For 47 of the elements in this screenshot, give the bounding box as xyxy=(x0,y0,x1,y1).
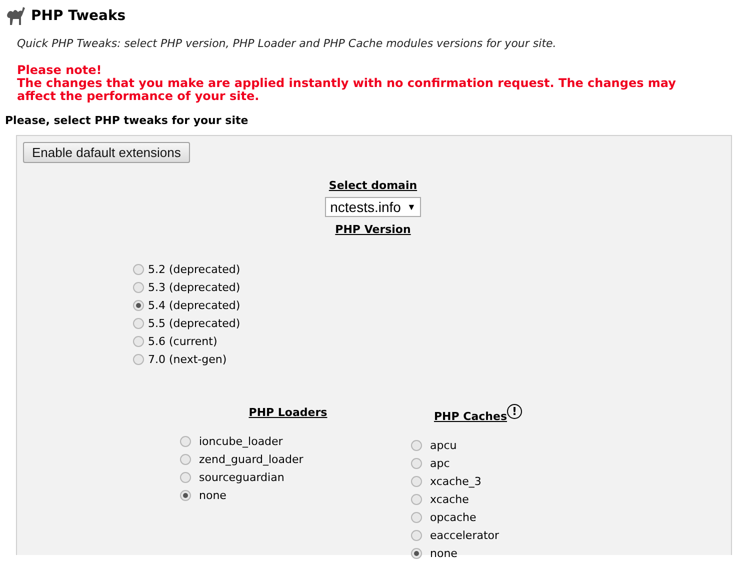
option-label: 5.6 (current) xyxy=(148,334,218,348)
option-label: none xyxy=(199,488,226,502)
notice-text: The changes that you make are applied instantly with no confirmation request. The changes may affect the performance of your site. xyxy=(17,77,677,103)
option-label: xcache xyxy=(430,492,469,506)
radio-button[interactable] xyxy=(411,440,422,450)
radio-button[interactable] xyxy=(411,530,422,540)
option-label: 5.4 (deprecated) xyxy=(148,298,240,312)
option-label: apc xyxy=(430,456,450,470)
page-title: PHP Tweaks xyxy=(31,8,126,24)
option-label: none xyxy=(430,546,458,560)
radio-button[interactable] xyxy=(180,490,191,500)
radio-button[interactable] xyxy=(180,436,191,446)
info-icon[interactable]: ! xyxy=(507,404,522,419)
option-label: eaccelerator xyxy=(430,528,500,542)
radio-button[interactable] xyxy=(180,472,191,482)
option-label: opcache xyxy=(430,510,476,524)
domain-heading: Select domain xyxy=(328,179,418,192)
radio-button[interactable] xyxy=(411,512,422,522)
radio-button[interactable] xyxy=(133,282,144,292)
option-label: apcu xyxy=(430,438,457,452)
option-label: xcache_3 xyxy=(430,474,482,488)
option-label: 7.0 (next-gen) xyxy=(148,352,227,366)
section-title: Please, select PHP tweaks for your site xyxy=(5,114,250,127)
radio-button[interactable] xyxy=(133,354,144,364)
radio-button[interactable] xyxy=(133,300,144,310)
version-heading: PHP Version xyxy=(335,223,411,236)
radio-button[interactable] xyxy=(411,476,422,486)
radio-button[interactable] xyxy=(411,494,422,504)
radio-button[interactable] xyxy=(180,454,191,464)
radio-button[interactable] xyxy=(411,548,422,558)
domain-select[interactable]: nctests.info ▼ xyxy=(325,197,421,217)
loaders-heading: PHP Loaders xyxy=(248,406,328,419)
option-label: zend_guard_loader xyxy=(199,452,304,466)
notice-title: Please note! xyxy=(17,64,103,77)
radio-button[interactable] xyxy=(411,458,422,468)
option-label: ioncube_loader xyxy=(199,434,283,448)
radio-button[interactable] xyxy=(133,336,144,346)
enable-default-button[interactable]: Enable dafault extensions xyxy=(23,142,190,163)
option-label: 5.2 (deprecated) xyxy=(148,262,240,276)
caches-heading: PHP Caches xyxy=(434,410,507,423)
radio-button[interactable] xyxy=(133,264,144,274)
option-label: 5.5 (deprecated) xyxy=(148,316,240,330)
option-label: 5.3 (deprecated) xyxy=(148,280,240,294)
description-text: Quick PHP Tweaks: select PHP version, PHP Loader and PHP Cache modules versions for your site. xyxy=(17,37,558,50)
option-label: sourceguardian xyxy=(199,470,284,484)
camel-icon xyxy=(5,5,25,27)
radio-button[interactable] xyxy=(133,318,144,328)
